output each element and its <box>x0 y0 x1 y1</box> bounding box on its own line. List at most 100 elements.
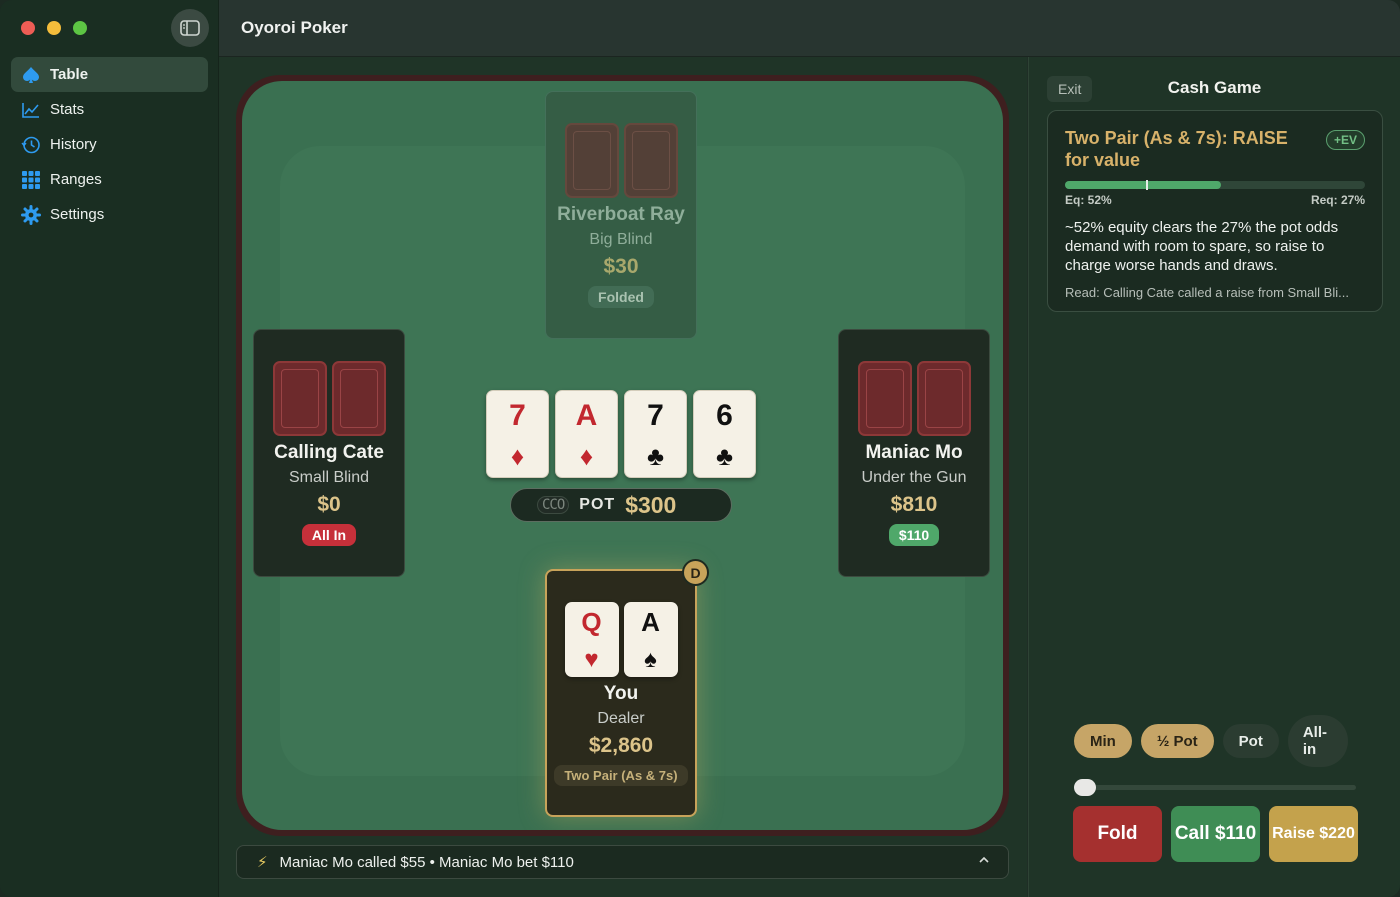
poker-table-rail: Riverboat Ray Big Blind $30 Folded Calli… <box>236 75 1009 836</box>
grid-icon <box>22 170 40 189</box>
seat-right: Maniac Mo Under the Gun $810 $110 <box>838 329 990 577</box>
advisor-panel: Exit Cash Game Two Pair (As & 7s): RAISE… <box>1028 57 1400 897</box>
sidebar-item-label: Settings <box>50 206 105 223</box>
window-controls <box>21 21 87 35</box>
size-half-pot-button[interactable]: ½ Pot <box>1140 724 1214 758</box>
required-label: Req: 27% <box>1310 193 1365 207</box>
sidebar-item-history[interactable]: History <box>11 127 208 162</box>
chips-icon: CCO <box>537 496 570 514</box>
poker-table-felt: Riverboat Ray Big Blind $30 Folded Calli… <box>242 81 1003 830</box>
equity-label: Eq: 52% <box>1065 193 1112 207</box>
sidebar: Table Stats History Ranges Settings <box>0 0 219 897</box>
club-icon: ♣ <box>715 441 734 471</box>
diamond-icon: ♦ <box>579 441 594 471</box>
sidebar-nav: Table Stats History Ranges Settings <box>11 57 208 232</box>
pot-label: POT <box>579 496 616 513</box>
sidebar-item-label: Table <box>50 66 89 83</box>
call-button[interactable]: Call $110 <box>1171 806 1260 862</box>
board-card: A ♦ <box>555 390 618 478</box>
chevron-up-icon[interactable] <box>978 854 990 866</box>
hero-card: Q ♥ <box>564 602 619 677</box>
action-log-bar[interactable]: ⚡ Maniac Mo called $55 • Maniac Mo bet $… <box>236 845 1009 879</box>
title-bar: Oyoroi Poker <box>219 0 1400 57</box>
player-stack: $0 <box>317 493 341 516</box>
size-min-button[interactable]: Min <box>1074 724 1132 758</box>
table-area: Riverboat Ray Big Blind $30 Folded Calli… <box>219 57 1027 897</box>
sidebar-item-settings[interactable]: Settings <box>11 197 208 232</box>
board-card: 7 ♣ <box>624 390 687 478</box>
player-name: Maniac Mo <box>865 442 963 463</box>
app-window: Table Stats History Ranges Settings Oyor… <box>0 0 1400 897</box>
zoom-window-button[interactable] <box>73 21 87 35</box>
sidebar-item-ranges[interactable]: Ranges <box>11 162 208 197</box>
panel-title: Cash Game <box>1167 78 1262 97</box>
player-stack: $810 <box>890 493 938 516</box>
card-rank: 7 <box>647 399 664 432</box>
size-pot-button[interactable]: Pot <box>1222 724 1279 758</box>
minimize-window-button[interactable] <box>47 21 61 35</box>
player-name: You <box>603 683 639 704</box>
club-icon: ♣ <box>646 441 665 471</box>
player-role: Big Blind <box>589 231 653 248</box>
heart-icon: ♥ <box>584 646 599 673</box>
spade-icon <box>23 66 39 83</box>
player-name: Riverboat Ray <box>557 204 685 225</box>
pot-display: CCO POT $300 <box>510 488 732 522</box>
pot-amount: $300 <box>625 491 677 518</box>
dealer-button: D <box>682 559 709 586</box>
hole-cards <box>839 361 989 436</box>
status-badge: Folded <box>588 286 654 308</box>
clock-icon <box>21 136 40 153</box>
sidebar-item-label: Ranges <box>50 171 102 188</box>
hero-card: A ♠ <box>623 602 678 677</box>
community-cards: 7 ♦ A ♦ 7 ♣ 6 ♣ <box>486 390 756 478</box>
close-window-button[interactable] <box>21 21 35 35</box>
raise-button[interactable]: Raise $220 <box>1269 806 1358 862</box>
card-back <box>916 361 971 436</box>
equity-labels: Eq: 52% Req: 27% <box>1065 193 1365 207</box>
opponent-read: Read: Calling Cate called a raise from S… <box>1065 285 1349 300</box>
bet-sizing-presets: Min ½ Pot Pot All-in <box>1074 715 1348 767</box>
size-all-in-button[interactable]: All-in <box>1287 715 1348 767</box>
hole-cards <box>546 123 696 198</box>
card-back <box>564 123 619 198</box>
sidebar-item-table[interactable]: Table <box>11 57 208 92</box>
diamond-icon: ♦ <box>510 441 525 471</box>
status-badge: All In <box>301 524 357 546</box>
advice-card: Two Pair (As & 7s): RAISE for value +EV … <box>1047 110 1383 312</box>
card-back <box>331 361 386 436</box>
card-back <box>272 361 327 436</box>
hole-cards <box>254 361 404 436</box>
slider-knob[interactable] <box>1074 779 1096 796</box>
player-name: Calling Cate <box>274 442 384 463</box>
sidebar-item-stats[interactable]: Stats <box>11 92 208 127</box>
required-equity-marker <box>1146 180 1148 190</box>
bet-size-slider[interactable] <box>1074 779 1356 796</box>
sidebar-item-label: Stats <box>50 101 85 118</box>
lightning-icon: ⚡ <box>257 854 268 871</box>
board-card: 7 ♦ <box>486 390 549 478</box>
advice-body: ~52% equity clears the 27% the pot odds … <box>1065 219 1339 274</box>
sidebar-icon <box>180 20 200 36</box>
board-card: 6 ♣ <box>693 390 756 478</box>
bet-badge: $110 <box>888 524 940 546</box>
gear-icon <box>21 204 41 225</box>
card-back <box>857 361 912 436</box>
seat-left: Calling Cate Small Blind $0 All In <box>253 329 405 577</box>
card-rank: 7 <box>509 399 526 432</box>
equity-bar <box>1065 180 1365 190</box>
ev-badge: +EV <box>1325 130 1365 150</box>
fold-button[interactable]: Fold <box>1073 806 1162 862</box>
player-role: Dealer <box>597 710 645 727</box>
player-role: Under the Gun <box>861 469 967 486</box>
chart-icon <box>22 102 39 118</box>
seat-hero: D Q ♥ A ♠ You Dealer $2,860 Two Pair (As… <box>545 559 709 817</box>
card-rank: A <box>641 607 660 637</box>
sidebar-toggle-button[interactable] <box>171 9 209 47</box>
hero-hole-cards: Q ♥ A ♠ <box>547 602 695 677</box>
spade-icon: ♠ <box>644 646 657 673</box>
hand-strength-badge: Two Pair (As & 7s) <box>554 765 688 786</box>
card-back <box>623 123 678 198</box>
player-stack: $2,860 <box>588 734 654 757</box>
card-rank: A <box>575 399 598 432</box>
